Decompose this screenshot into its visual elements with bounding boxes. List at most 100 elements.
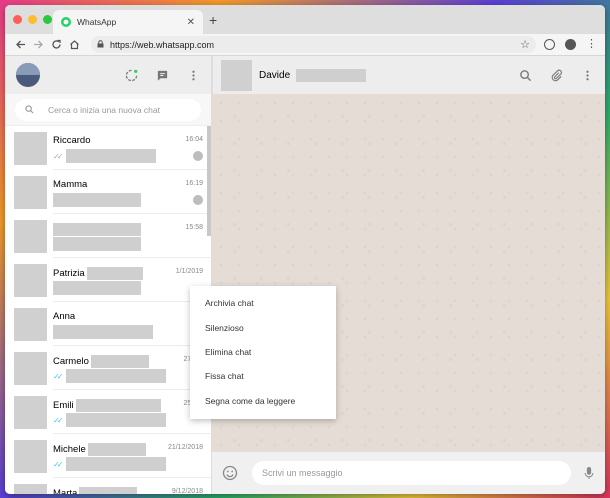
- context-menu-item[interactable]: Silenzioso: [190, 315, 336, 339]
- conversation-header: Davide: [212, 56, 605, 94]
- chat-name-redaction: [75, 399, 161, 412]
- back-arrow-icon[interactable]: [11, 36, 29, 54]
- chat-item-body: Mamma 16:19: [53, 170, 211, 214]
- chat-preview: [53, 237, 141, 251]
- minimize-window-button[interactable]: [28, 15, 37, 24]
- chat-avatar[interactable]: [14, 483, 47, 494]
- my-avatar[interactable]: [16, 63, 40, 87]
- contact-name-redaction: [296, 68, 367, 82]
- chat-avatar[interactable]: [14, 175, 47, 209]
- browser-menu-icon[interactable]: ⋮: [586, 39, 597, 50]
- contact-name[interactable]: Davide: [259, 68, 367, 82]
- chat-item-body: Michele 21/12/2018 ✓✓: [53, 434, 211, 478]
- chat-list-item[interactable]: Riccardo 16:04 ✓✓: [5, 126, 211, 170]
- chat-avatar[interactable]: [14, 439, 47, 473]
- chat-name-redaction: [79, 487, 138, 494]
- chat-list-item[interactable]: Emili 25/12/ ✓✓: [5, 390, 211, 434]
- chat-list-item[interactable]: Patrizia 1/1/2019 ⌄: [5, 258, 211, 302]
- chat-item-body: Patrizia 1/1/2019 ⌄: [53, 258, 211, 302]
- url-text: https://web.whatsapp.com: [110, 39, 215, 50]
- chat-list-item[interactable]: Anna: [5, 302, 211, 346]
- chat-name: [53, 223, 141, 236]
- context-menu-item[interactable]: Archivia chat: [190, 291, 336, 315]
- search-icon[interactable]: [519, 69, 532, 82]
- chat-avatar[interactable]: [14, 131, 47, 165]
- chat-preview-redaction: [53, 325, 153, 339]
- microphone-icon[interactable]: [583, 466, 595, 480]
- browser-window: WhatsApp ✕ + https://web.whatsapp.com ☆: [5, 5, 605, 494]
- chat-name-redaction: [90, 355, 149, 368]
- tab-whatsapp[interactable]: WhatsApp ✕: [53, 10, 203, 34]
- conversation-menu-icon[interactable]: [581, 69, 594, 82]
- chat-preview-redaction: [53, 281, 141, 295]
- conversation-header-icons: [519, 69, 594, 82]
- context-menu-item[interactable]: Segna come da leggere: [190, 389, 336, 413]
- new-chat-icon[interactable]: [156, 69, 169, 82]
- chat-name-text: Marta: [53, 488, 78, 494]
- chat-preview: [53, 281, 141, 295]
- search-bar: Cerca o inizia una nuova chat: [5, 94, 211, 126]
- chat-context-menu: Archivia chat Silenzioso Elimina chat Fissa…: [190, 286, 336, 419]
- chat-preview-redaction: [66, 369, 166, 383]
- profile-icon[interactable]: [565, 39, 576, 50]
- close-window-button[interactable]: [13, 15, 22, 24]
- search-icon: [25, 105, 34, 114]
- sidebar-menu-icon[interactable]: [187, 69, 200, 82]
- tab-title: WhatsApp: [77, 17, 117, 27]
- delivered-ticks-icon: ✓✓: [53, 151, 63, 161]
- reload-icon[interactable]: [47, 36, 65, 54]
- message-input[interactable]: Scrivi un messaggio: [252, 461, 571, 485]
- chat-time: 1/1/2019: [175, 268, 203, 275]
- status-icon[interactable]: [125, 69, 138, 82]
- bookmark-star-icon[interactable]: ☆: [520, 38, 530, 51]
- chat-list-item[interactable]: Michele 21/12/2018 ✓✓: [5, 434, 211, 478]
- chat-time: 15:58: [185, 224, 203, 231]
- chat-avatar[interactable]: [14, 351, 47, 385]
- chat-name-text: Carmelo: [53, 356, 89, 367]
- chat-item-body: Carmelo 27/12/ ✓✓: [53, 346, 211, 390]
- emoji-icon[interactable]: [222, 465, 238, 481]
- pin-icon: [193, 151, 203, 161]
- search-input[interactable]: Cerca o inizia una nuova chat: [15, 98, 201, 121]
- chat-name-text: Emili: [53, 400, 74, 411]
- home-icon[interactable]: [65, 36, 83, 54]
- zoom-window-button[interactable]: [43, 15, 52, 24]
- context-menu-item[interactable]: Fissa chat: [190, 364, 336, 388]
- search-placeholder: Cerca o inizia una nuova chat: [48, 104, 160, 115]
- new-tab-button[interactable]: +: [209, 12, 217, 28]
- chat-preview: [53, 193, 141, 207]
- chat-list-item[interactable]: Mamma 16:19: [5, 170, 211, 214]
- contact-avatar[interactable]: [221, 59, 252, 91]
- tab-close-icon[interactable]: ✕: [187, 17, 195, 28]
- chat-name-text: Riccardo: [53, 135, 91, 146]
- attach-icon[interactable]: [550, 69, 563, 82]
- message-composer: Scrivi un messaggio: [212, 452, 605, 494]
- scrollbar-thumb[interactable]: [207, 126, 211, 236]
- chat-time: 16:04: [185, 136, 203, 143]
- browser-toolbar: https://web.whatsapp.com ☆ ⋮: [5, 34, 605, 56]
- chat-time: 9/12/2018: [171, 488, 203, 494]
- forward-arrow-icon[interactable]: [29, 36, 47, 54]
- chat-name-redaction: [86, 267, 143, 280]
- tab-strip: WhatsApp ✕ +: [5, 5, 605, 34]
- extension-icon[interactable]: [544, 39, 555, 50]
- chat-list: Riccardo 16:04 ✓✓ Mamma 16:19 15:58 Patr…: [5, 126, 211, 494]
- chat-name: Carmelo: [53, 355, 149, 368]
- chat-time: 16:19: [185, 180, 203, 187]
- chat-preview-redaction: [66, 413, 166, 427]
- chat-avatar[interactable]: [14, 219, 47, 253]
- contact-name-text: Davide: [259, 69, 291, 81]
- chat-avatar[interactable]: [14, 263, 47, 297]
- chat-preview-redaction: [53, 193, 141, 207]
- address-bar[interactable]: https://web.whatsapp.com ☆: [91, 36, 536, 53]
- chat-avatar[interactable]: [14, 307, 47, 341]
- whatsapp-app: Cerca o inizia una nuova chat Riccardo 1…: [5, 56, 605, 494]
- chat-list-item[interactable]: 15:58: [5, 214, 211, 258]
- chat-list-item[interactable]: Carmelo 27/12/ ✓✓: [5, 346, 211, 390]
- sidebar-header: [5, 56, 211, 94]
- chat-list-item[interactable]: Marta 9/12/2018: [5, 478, 211, 494]
- read-ticks-icon: ✓✓: [53, 459, 63, 469]
- context-menu-item[interactable]: Elimina chat: [190, 340, 336, 364]
- chat-avatar[interactable]: [14, 395, 47, 429]
- chat-name: Patrizia: [53, 267, 143, 280]
